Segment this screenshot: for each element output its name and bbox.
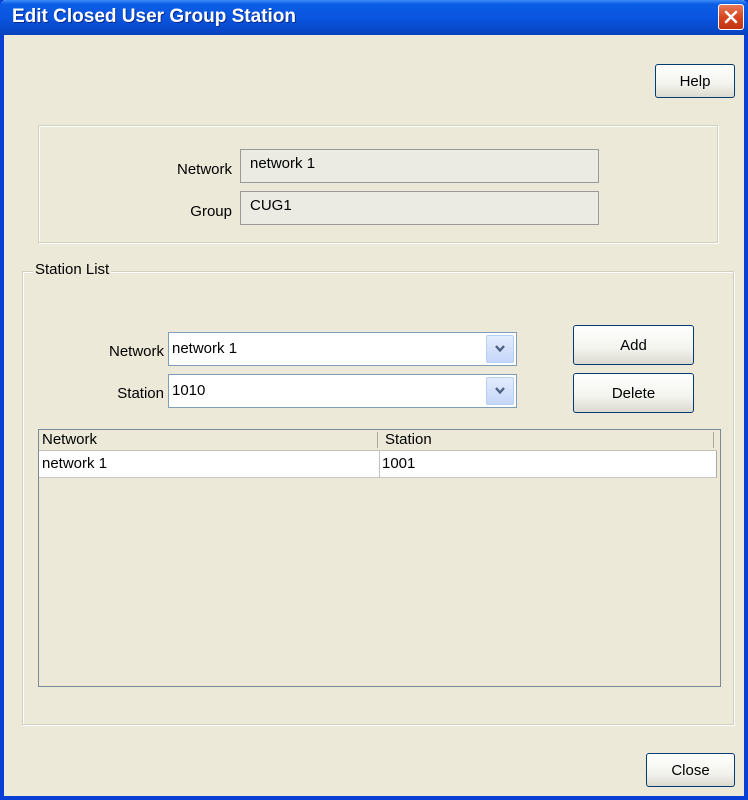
cell-divider <box>379 451 380 478</box>
cell-network: network 1 <box>42 455 108 472</box>
delete-button[interactable]: Delete <box>573 373 694 413</box>
network-info-field: network 1 <box>240 149 599 183</box>
cell-station: 1001 <box>382 455 416 472</box>
close-window-button[interactable] <box>718 4 744 30</box>
info-panel <box>38 125 718 243</box>
station-select-label: Station <box>117 385 164 402</box>
network-select[interactable]: network 1 <box>168 332 517 366</box>
window-title: Edit Closed User Group Station <box>12 6 296 27</box>
station-list-legend: Station List <box>33 261 112 278</box>
title-bar[interactable]: Edit Closed User Group Station <box>0 0 748 35</box>
chevron-down-icon <box>495 387 505 395</box>
network-dropdown-button[interactable] <box>486 335 514 363</box>
close-button[interactable]: Close <box>646 753 735 787</box>
add-button[interactable]: Add <box>573 325 694 365</box>
column-header-network[interactable]: Network <box>42 431 97 448</box>
table-header: Network Station <box>39 430 717 451</box>
group-info-field: CUG1 <box>240 191 599 225</box>
station-select-value: 1010 <box>172 382 206 399</box>
station-table[interactable]: Network Station network 1 1001 <box>38 429 721 687</box>
station-select[interactable]: 1010 <box>168 374 517 408</box>
station-dropdown-button[interactable] <box>486 377 514 405</box>
column-divider[interactable] <box>377 432 378 448</box>
network-select-value: network 1 <box>172 340 238 357</box>
network-select-label: Network <box>108 343 164 360</box>
column-header-station[interactable]: Station <box>385 431 432 448</box>
chevron-down-icon <box>495 345 505 353</box>
help-button[interactable]: Help <box>655 64 735 98</box>
table-row[interactable]: network 1 1001 <box>39 451 717 478</box>
close-x-icon <box>724 10 738 24</box>
network-info-label: Network <box>176 161 232 178</box>
dialog-window: Edit Closed User Group Station Help Netw… <box>0 0 748 800</box>
group-info-label: Group <box>190 203 232 220</box>
column-divider[interactable] <box>713 432 714 448</box>
